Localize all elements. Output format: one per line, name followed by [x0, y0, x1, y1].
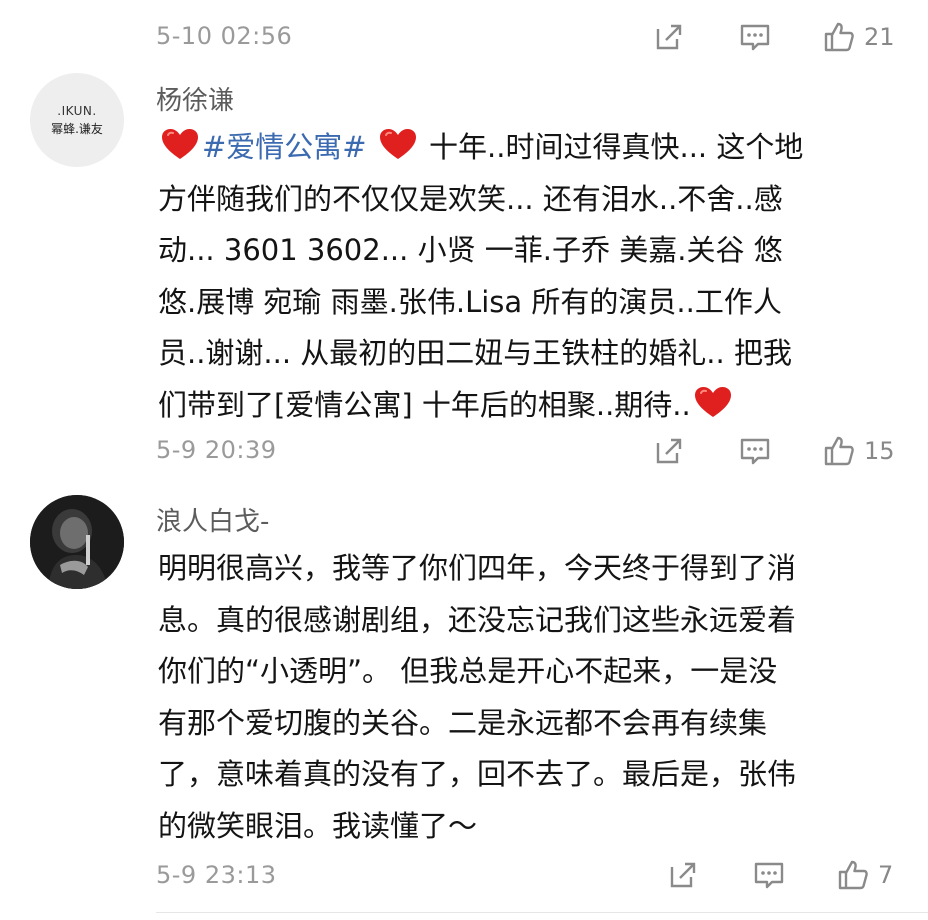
comment-line: 们带到了[爱情公寓] 十年后的相聚..期待.. — [158, 380, 898, 432]
comment-icon[interactable] — [738, 434, 772, 468]
comment-text-segment: 十年..时间过得真快... 这个地 — [429, 130, 804, 164]
share-icon[interactable] — [652, 434, 686, 468]
like-icon[interactable] — [836, 858, 870, 892]
like-count: 15 — [864, 437, 895, 465]
like-icon[interactable] — [822, 20, 856, 54]
comment-line: 了，意味着真的没有了，回不去了。最后是，张伟 — [158, 757, 797, 791]
avatar-text-line2: 幂蜂.谦友 — [51, 121, 103, 136]
comment-line: 明明很高兴，我等了你们四年，今天终于得到了消 — [158, 551, 797, 585]
topic-link[interactable]: #爱情公寓# — [202, 130, 367, 164]
comment-actions: 7 — [666, 858, 893, 892]
comment-line: 悠.展博 宛瑜 雨墨.张伟.Lisa 所有的演员..工作人 — [158, 284, 782, 319]
comment-line: #爱情公寓# 十年..时间过得真快... 这个地 — [158, 122, 898, 174]
like-icon[interactable] — [822, 434, 856, 468]
comment-text: 明明很高兴，我等了你们四年，今天终于得到了消 息。真的很感谢剧组，还没忘记我们这… — [158, 543, 898, 852]
comment-icon[interactable] — [738, 20, 772, 54]
heart-emoji-icon — [378, 127, 418, 161]
comment-line: 动... 3601 3602... 小贤 一菲.子乔 美嘉.关谷 悠 — [158, 233, 783, 267]
comment-line: 你们的“小透明”。 但我总是开心不起来，一是没 — [158, 654, 778, 688]
share-icon[interactable] — [652, 20, 686, 54]
comment-actions: 21 — [652, 20, 895, 54]
like-count: 7 — [878, 861, 894, 889]
like-count: 21 — [864, 23, 895, 51]
comment-time: 5-10 02:56 — [156, 22, 293, 50]
comment-line: 的微笑眼泪。我读懂了～ — [158, 808, 478, 843]
avatar-photo — [30, 495, 124, 589]
heart-emoji-icon — [160, 127, 200, 161]
share-icon[interactable] — [666, 858, 700, 892]
avatar[interactable] — [30, 495, 124, 589]
avatar[interactable]: .IKUN. 幂蜂.谦友 — [30, 73, 124, 167]
comment-text: #爱情公寓# 十年..时间过得真快... 这个地 方伴随我们的不仅仅是欢笑...… — [158, 122, 898, 431]
heart-emoji-icon — [693, 385, 733, 419]
comment-line: 有那个爱切腹的关谷。二是永远都不会再有续集 — [158, 705, 768, 740]
comment-time: 5-9 23:13 — [156, 861, 277, 889]
comment-text-segment: 们带到了[爱情公寓] 十年后的相聚..期待.. — [158, 387, 691, 422]
comment-time: 5-9 20:39 — [156, 436, 277, 464]
comment-line: 息。真的很感谢剧组，还没忘记我们这些永远爱着 — [158, 602, 797, 637]
comment-line: 方伴随我们的不仅仅是欢笑... 还有泪水..不舍..感 — [158, 181, 783, 216]
user-name[interactable]: 浪人白戈- — [156, 501, 269, 538]
comment-icon[interactable] — [752, 858, 786, 892]
avatar-text-line1: .IKUN. — [57, 103, 97, 118]
comment-actions: 15 — [652, 434, 895, 468]
user-name[interactable]: 杨徐谦 — [156, 80, 234, 117]
divider — [156, 912, 928, 913]
comment-line: 员..谢谢... 从最初的田二妞与王铁柱的婚礼.. 把我 — [158, 336, 792, 370]
